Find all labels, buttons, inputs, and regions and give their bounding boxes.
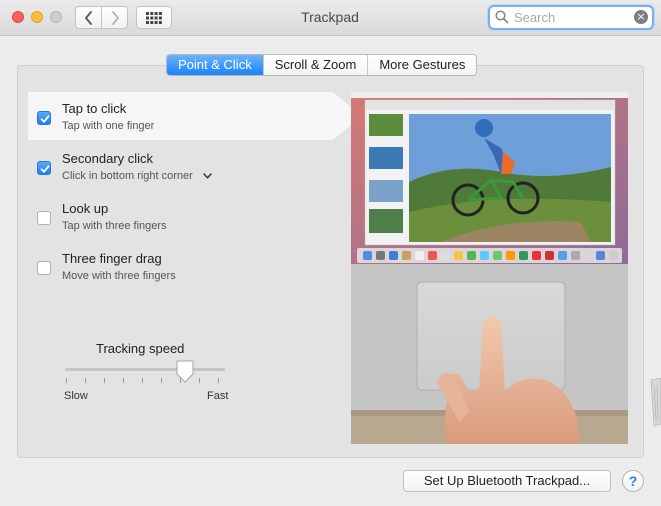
slider-tick <box>161 378 162 383</box>
setup-bluetooth-trackpad-button[interactable]: Set Up Bluetooth Trackpad... <box>403 470 611 492</box>
tap-to-click-checkbox[interactable] <box>37 111 51 125</box>
grid-icon <box>146 11 162 24</box>
search-input[interactable] <box>512 8 630 27</box>
slider-tick <box>85 378 86 383</box>
tab-scroll-and-zoom[interactable]: Scroll & Zoom <box>262 55 368 75</box>
back-button[interactable] <box>75 6 102 29</box>
secondary-click-popup[interactable]: Click in bottom right corner <box>62 170 212 182</box>
gesture-preview-image <box>351 92 628 444</box>
option-subtitle: Move with three fingers <box>62 270 176 282</box>
slider-tick <box>123 378 124 383</box>
option-tap-to-click[interactable]: Tap to click Tap with one finger <box>28 92 361 140</box>
slider-tick <box>104 378 105 383</box>
tracking-speed-slider-track[interactable] <box>65 368 225 371</box>
slider-max-label: Fast <box>207 390 229 402</box>
chevron-down-icon <box>203 173 212 179</box>
slider-min-label: Slow <box>64 390 88 402</box>
slider-tick <box>142 378 143 383</box>
option-look-up[interactable]: Look up Tap with three fingers <box>28 192 333 240</box>
secondary-click-checkbox[interactable] <box>37 161 51 175</box>
tab-bar: Point & Click Scroll & Zoom More Gesture… <box>166 54 478 76</box>
option-title: Tap to click <box>62 101 127 116</box>
option-title: Look up <box>62 201 109 216</box>
checkmark-icon <box>40 165 50 173</box>
chevron-right-icon <box>111 10 119 25</box>
option-three-finger-drag[interactable]: Three finger drag Move with three finger… <box>28 242 333 290</box>
search-field[interactable]: × <box>488 5 654 30</box>
tracking-speed-label: Tracking speed <box>96 341 185 356</box>
show-all-button[interactable] <box>136 6 172 29</box>
help-button[interactable]: ? <box>622 470 644 492</box>
option-subtitle: Tap with one finger <box>62 120 155 132</box>
trash-icon <box>650 377 661 427</box>
window-title: Trackpad <box>301 9 359 25</box>
tab-more-gestures[interactable]: More Gestures <box>367 55 477 75</box>
look-up-checkbox[interactable] <box>37 211 51 225</box>
title-bar: Trackpad × <box>0 0 661 36</box>
slider-tick <box>66 378 67 383</box>
slider-tick <box>199 378 200 383</box>
option-secondary-click[interactable]: Secondary click Click in bottom right co… <box>28 142 333 190</box>
clear-search-icon[interactable]: × <box>634 10 648 24</box>
checkmark-icon <box>40 115 50 123</box>
minimize-window-button[interactable] <box>31 11 43 23</box>
forward-button[interactable] <box>101 6 128 29</box>
option-title: Secondary click <box>62 151 154 166</box>
slider-tick <box>218 378 219 383</box>
tracking-speed-slider-knob[interactable] <box>174 360 196 384</box>
zoom-window-button[interactable] <box>50 11 62 23</box>
tab-point-and-click[interactable]: Point & Click <box>167 55 263 75</box>
option-subtitle: Click in bottom right corner <box>62 170 193 182</box>
close-window-button[interactable] <box>12 11 24 23</box>
chevron-left-icon <box>84 10 92 25</box>
option-subtitle: Tap with three fingers <box>62 220 167 232</box>
three-finger-drag-checkbox[interactable] <box>37 261 51 275</box>
option-title: Three finger drag <box>62 251 162 266</box>
search-icon <box>495 10 509 24</box>
